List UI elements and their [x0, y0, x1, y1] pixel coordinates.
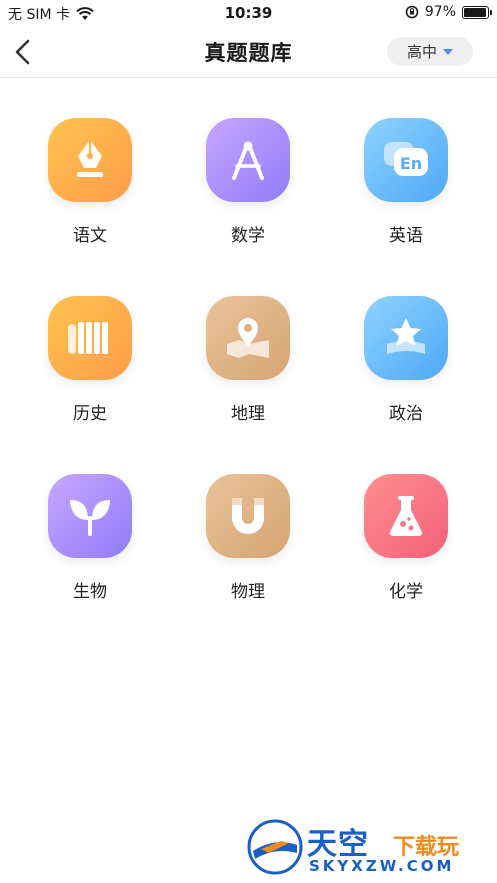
level-select-value: 高中: [406, 43, 437, 61]
subject-label: 生物: [73, 582, 107, 602]
battery-level: [464, 7, 487, 17]
watermark: 天空 下载玩 SKYXZW.COM: [247, 817, 491, 877]
status-bar: 无 SIM 卡 10:39 97%: [0, 0, 497, 26]
nav-bar: 真题题库 高中: [0, 26, 497, 78]
subject-item-chemistry[interactable]: 化学: [346, 474, 466, 634]
subject-label: 历史: [73, 404, 107, 424]
subject-item-math[interactable]: 数学: [188, 118, 308, 278]
subject-label: 英语: [389, 226, 423, 246]
english-speech-icon: En: [384, 142, 428, 176]
scroll-icon: [68, 322, 108, 354]
subject-item-biology[interactable]: 生物: [30, 474, 150, 634]
battery-icon: [462, 5, 492, 19]
pen-nib-icon: [77, 140, 103, 177]
subject-tile: [48, 296, 132, 380]
compass-icon: [232, 141, 264, 180]
subject-label: 政治: [389, 404, 423, 424]
subject-tile: [364, 474, 448, 558]
flask-icon: [389, 496, 423, 537]
subject-item-chinese[interactable]: 语文: [30, 118, 150, 278]
subject-label: 数学: [231, 226, 265, 246]
subject-tile: [206, 296, 290, 380]
subject-tile: [206, 474, 290, 558]
sprout-icon: [70, 500, 110, 536]
subject-item-physics[interactable]: 物理: [188, 474, 308, 634]
sky-logo-icon: [247, 819, 303, 875]
svg-text:En: En: [400, 154, 422, 173]
subject-tile: [364, 296, 448, 380]
subject-label: 语文: [73, 226, 107, 246]
caret-down-icon: [443, 48, 453, 55]
subject-tile: [48, 118, 132, 202]
subject-tile: [206, 118, 290, 202]
subject-item-english[interactable]: En 英语: [346, 118, 466, 278]
battery-percent: 97%: [424, 4, 456, 20]
map-pin-icon: [227, 318, 269, 358]
subject-tile: En: [364, 118, 448, 202]
level-select[interactable]: 高中: [387, 37, 473, 66]
magnet-icon: [232, 498, 264, 534]
watermark-domain: SKYXZW.COM: [309, 857, 455, 875]
subject-label: 地理: [231, 404, 265, 424]
rotation-lock-icon: [405, 5, 419, 19]
subject-item-geography[interactable]: 地理: [188, 296, 308, 456]
subject-label: 化学: [389, 582, 423, 602]
subject-label: 物理: [231, 582, 265, 602]
subject-tile: [48, 474, 132, 558]
status-battery-group: 97%: [405, 4, 492, 20]
subject-item-history[interactable]: 历史: [30, 296, 150, 456]
star-icon: [387, 318, 425, 354]
subject-item-politics[interactable]: 政治: [346, 296, 466, 456]
